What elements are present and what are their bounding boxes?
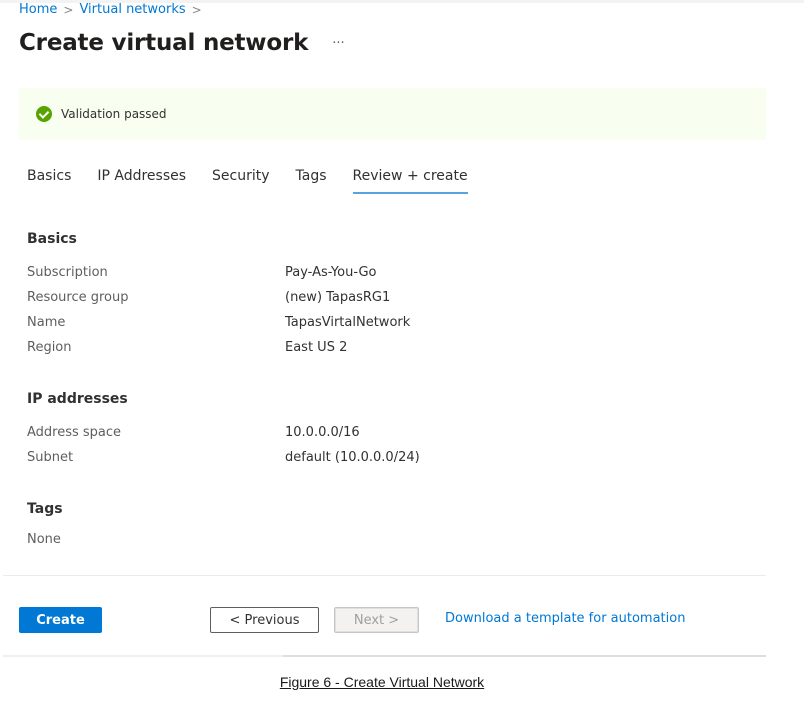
footer-divider (3, 575, 766, 576)
row-value: (new) TapasRG1 (285, 290, 391, 305)
section-basics: Basics Subscription Pay-As-You-Go Resour… (27, 231, 747, 360)
previous-button[interactable]: < Previous (210, 607, 319, 633)
footer-actions: Create < Previous Next > Download a temp… (0, 607, 804, 633)
review-row: Subscription Pay-As-You-Go (27, 260, 747, 285)
breadcrumb-virtual-networks[interactable]: Virtual networks (79, 2, 185, 17)
more-options-icon[interactable]: ··· (332, 36, 344, 51)
next-button: Next > (334, 607, 419, 633)
row-label: Subscription (27, 265, 108, 280)
tab-security[interactable]: Security (212, 168, 270, 194)
review-row: Region East US 2 (27, 335, 747, 360)
row-value: East US 2 (285, 340, 348, 355)
chevron-right-icon: > (191, 2, 202, 17)
review-row: Subnet default (10.0.0.0/24) (27, 445, 747, 470)
section-title: Basics (27, 231, 77, 247)
page: Home > Virtual networks > Create virtual… (0, 0, 804, 709)
row-label: Resource group (27, 290, 129, 305)
row-value: default (10.0.0.0/24) (285, 450, 420, 465)
check-circle-icon (36, 106, 52, 122)
breadcrumb-home[interactable]: Home (19, 2, 57, 17)
row-label: Region (27, 340, 72, 355)
validation-banner: Validation passed (19, 88, 766, 140)
tags-value: None (27, 532, 61, 547)
section-tags: Tags None (27, 501, 747, 547)
tab-tags[interactable]: Tags (296, 168, 327, 194)
row-label: Subnet (27, 450, 74, 465)
tab-ip-addresses[interactable]: IP Addresses (97, 168, 186, 194)
review-row: Name TapasVirtalNetwork (27, 310, 747, 335)
figure-caption-text: Figure 6 - Create Virtual Network (279, 674, 485, 690)
row-label: Name (27, 315, 66, 330)
tab-bar: Basics IP Addresses Security Tags Review… (27, 168, 494, 194)
create-button[interactable]: Create (19, 607, 102, 633)
review-row: Resource group (new) TapasRG1 (27, 285, 747, 310)
title-row: Create virtual network ··· (19, 30, 345, 56)
breadcrumb: Home > Virtual networks > (19, 2, 208, 17)
tab-basics[interactable]: Basics (27, 168, 71, 194)
section-title: IP addresses (27, 391, 128, 407)
row-value: 10.0.0.0/16 (285, 425, 360, 440)
figure-caption: Figure 6 - Create Virtual Network (0, 674, 764, 690)
row-value: Pay-As-You-Go (285, 265, 377, 280)
tab-review-create[interactable]: Review + create (352, 168, 468, 194)
section-ip-addresses: IP addresses Address space 10.0.0.0/16 S… (27, 391, 747, 470)
page-title: Create virtual network (19, 30, 309, 56)
validation-text: Validation passed (61, 107, 167, 121)
bottom-divider-shade (283, 655, 766, 657)
row-label: Address space (27, 425, 122, 440)
row-value: TapasVirtalNetwork (285, 315, 411, 330)
chevron-right-icon: > (63, 2, 74, 17)
review-row: Address space 10.0.0.0/16 (27, 420, 747, 445)
section-title: Tags (27, 501, 63, 517)
download-template-link[interactable]: Download a template for automation (445, 611, 685, 626)
